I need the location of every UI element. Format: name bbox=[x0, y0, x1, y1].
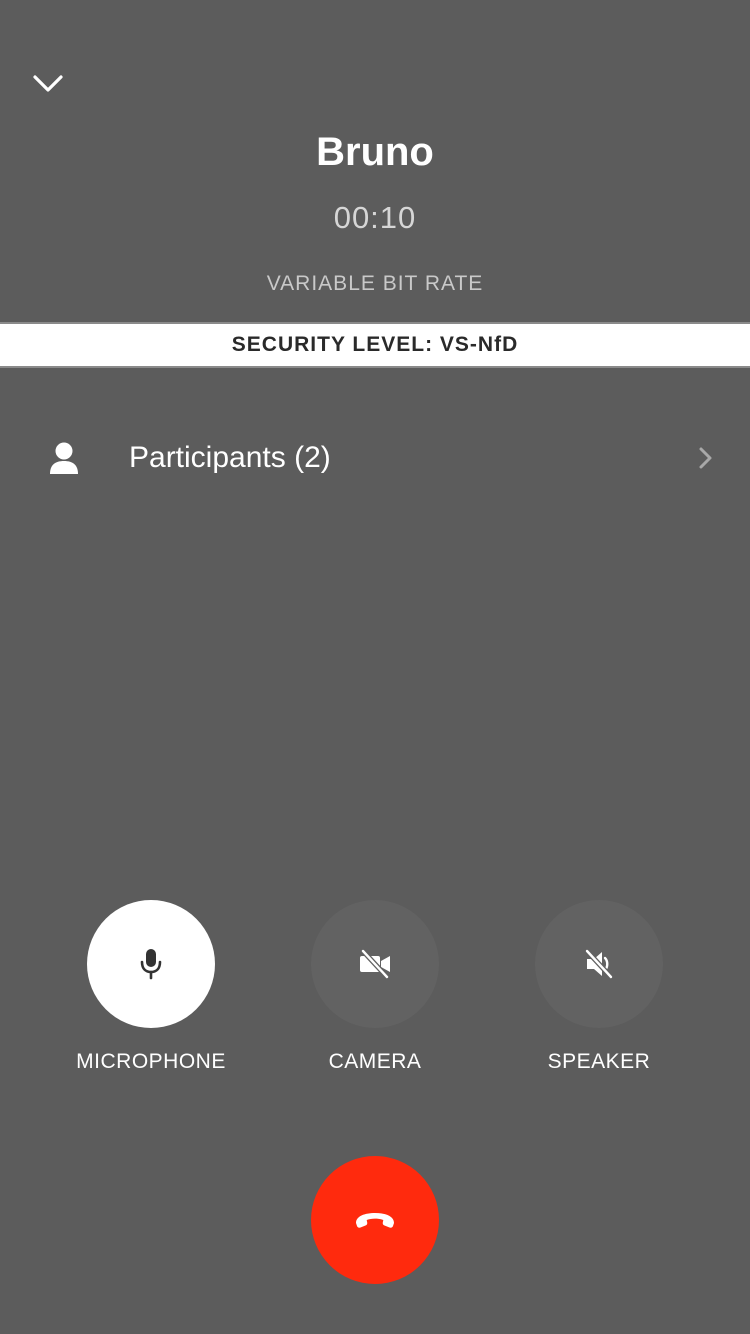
chevron-down-icon bbox=[33, 75, 63, 92]
call-screen: Bruno 00:10 VARIABLE BIT RATE SECURITY L… bbox=[0, 0, 750, 1334]
microphone-button[interactable] bbox=[87, 900, 215, 1028]
caller-name: Bruno bbox=[316, 130, 434, 174]
security-banner: SECURITY LEVEL: VS-NfD bbox=[0, 322, 750, 368]
bitrate-label: VARIABLE BIT RATE bbox=[266, 272, 484, 295]
call-timer: 00:10 bbox=[333, 200, 417, 235]
microphone-control: MICROPHONE bbox=[61, 900, 241, 1076]
microphone-label: MICROPHONE bbox=[76, 1050, 226, 1073]
chevron-right-icon bbox=[699, 447, 712, 469]
hang-up-button[interactable] bbox=[311, 1156, 439, 1284]
participants-label: Participants (2) bbox=[129, 441, 331, 474]
microphone-icon bbox=[140, 949, 162, 980]
collapse-button[interactable] bbox=[20, 56, 76, 112]
camera-button[interactable] bbox=[311, 900, 439, 1028]
speaker-label: SPEAKER bbox=[547, 1050, 651, 1073]
speaker-button[interactable] bbox=[535, 900, 663, 1028]
camera-label: CAMERA bbox=[328, 1050, 422, 1073]
participants-row[interactable]: Participants (2) bbox=[0, 420, 750, 496]
camera-control: CAMERA bbox=[285, 900, 465, 1076]
speaker-muted-icon bbox=[584, 948, 614, 980]
hang-up-icon bbox=[356, 1213, 394, 1228]
camera-off-icon bbox=[360, 949, 390, 979]
security-level-text: SECURITY LEVEL: VS-NfD bbox=[231, 333, 519, 356]
speaker-control: SPEAKER bbox=[509, 900, 689, 1076]
person-icon bbox=[50, 442, 78, 474]
